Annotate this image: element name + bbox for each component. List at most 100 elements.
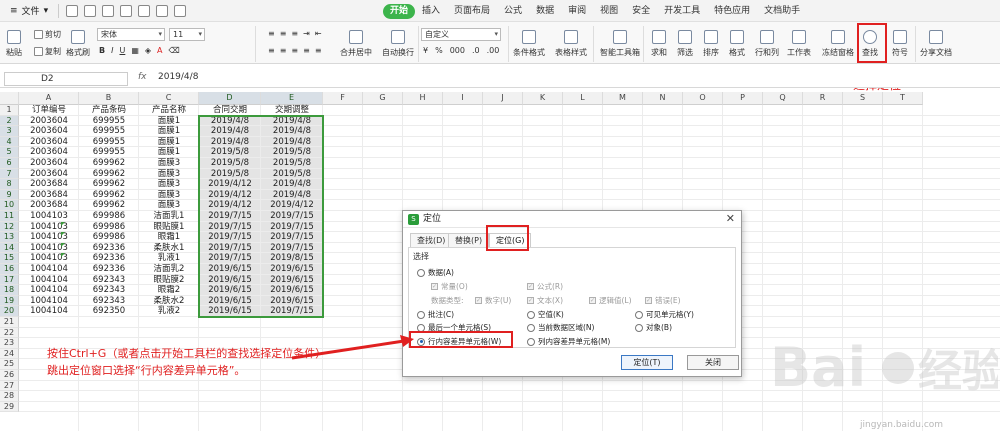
table-cell[interactable]: 1004103 xyxy=(19,232,79,243)
table-cell[interactable]: 眼贴膜2 xyxy=(139,275,199,286)
tab-replace[interactable]: 替换(P) xyxy=(448,233,490,248)
row-header-15[interactable]: 15 xyxy=(0,253,19,264)
table-cell[interactable]: 692336 xyxy=(79,243,139,254)
table-cell[interactable]: 面膜1 xyxy=(139,137,199,148)
table-style-button[interactable]: 表格样式 xyxy=(555,30,587,58)
align-center-icon[interactable]: ≡ xyxy=(280,46,287,55)
row-header-24[interactable]: 24 xyxy=(0,348,19,360)
tab-special[interactable]: 特色应用 xyxy=(707,4,757,19)
row-header-19[interactable]: 19 xyxy=(0,295,19,307)
table-cell[interactable]: 692343 xyxy=(79,296,139,307)
tab-doc-assistant[interactable]: 文档助手 xyxy=(757,4,807,19)
row-header-16[interactable]: 16 xyxy=(0,264,19,275)
table-cell[interactable]: 692336 xyxy=(79,264,139,275)
select-all-corner[interactable] xyxy=(0,92,19,105)
format-painter-button[interactable]: 格式刷 xyxy=(66,30,90,58)
row-header-11[interactable]: 11 xyxy=(0,211,19,222)
print-preview-icon[interactable] xyxy=(138,4,151,17)
table-cell[interactable]: 699962 xyxy=(79,179,139,190)
table-cell[interactable]: 692343 xyxy=(79,285,139,296)
column-header-r[interactable]: R xyxy=(803,92,843,105)
row-header-28[interactable]: 28 xyxy=(0,391,19,402)
table-cell[interactable]: 692336 xyxy=(79,253,139,264)
column-header-e[interactable]: E xyxy=(261,92,323,105)
table-cell[interactable]: 1004103 xyxy=(19,243,79,254)
table-cell[interactable]: 699986 xyxy=(79,232,139,243)
column-header-i[interactable]: I xyxy=(443,92,483,105)
option-col-diff[interactable]: 列内容差异单元格(M) xyxy=(527,336,610,347)
table-cell[interactable]: 699955 xyxy=(79,137,139,148)
table-cell[interactable]: 1004103 xyxy=(19,253,79,264)
copy-button[interactable]: 复制 xyxy=(34,46,61,57)
table-cell[interactable]: 699962 xyxy=(79,200,139,211)
export-pdf-icon[interactable] xyxy=(102,4,115,17)
wrap-text-button[interactable]: 自动换行 xyxy=(382,30,414,58)
row-header-17[interactable]: 17 xyxy=(0,274,19,286)
column-header-n[interactable]: N xyxy=(643,92,683,105)
name-box[interactable]: D2 xyxy=(4,72,128,86)
option-logical[interactable]: ✓ 逻辑值(L) xyxy=(589,295,632,306)
table-header-cell[interactable]: 产品条码 xyxy=(79,105,139,116)
column-header-p[interactable]: P xyxy=(723,92,763,105)
table-cell[interactable]: 1004104 xyxy=(19,306,79,317)
undo-icon[interactable] xyxy=(156,4,169,17)
row-header-14[interactable]: 14 xyxy=(0,242,19,254)
column-header-d[interactable]: D xyxy=(199,92,261,105)
row-header-9[interactable]: 9 xyxy=(0,189,19,201)
cut-button[interactable]: 剪切 xyxy=(34,29,61,40)
table-cell[interactable]: 柔肤水1 xyxy=(139,243,199,254)
symbol-button[interactable]: 符号 xyxy=(892,30,908,58)
table-cell[interactable]: 面膜1 xyxy=(139,116,199,127)
table-cell[interactable]: 699986 xyxy=(79,222,139,233)
percent-icon[interactable]: % xyxy=(435,46,443,55)
option-error[interactable]: ✓ 错误(E) xyxy=(645,295,681,306)
table-cell[interactable]: 699962 xyxy=(79,158,139,169)
format-button[interactable]: 格式 xyxy=(729,30,745,58)
table-cell[interactable]: 面膜3 xyxy=(139,169,199,180)
option-object[interactable]: 对象(B) xyxy=(635,322,672,333)
save-icon[interactable] xyxy=(84,4,97,17)
merge-center-button[interactable]: 合并居中 xyxy=(340,30,372,58)
tab-developer[interactable]: 开发工具 xyxy=(657,4,707,19)
table-cell[interactable]: 692343 xyxy=(79,275,139,286)
smart-toolbox-button[interactable]: 智能工具箱 xyxy=(600,30,640,58)
table-header-cell[interactable]: 订单编号 xyxy=(19,105,79,116)
table-cell[interactable]: 2003604 xyxy=(19,126,79,137)
row-header-21[interactable]: 21 xyxy=(0,317,19,328)
table-cell[interactable]: 1004104 xyxy=(19,296,79,307)
column-header-g[interactable]: G xyxy=(363,92,403,105)
table-cell[interactable]: 2003604 xyxy=(19,116,79,127)
print-icon[interactable] xyxy=(120,4,133,17)
thousands-icon[interactable]: 000 xyxy=(450,46,465,55)
fill-color-icon[interactable]: ◈ xyxy=(145,46,151,55)
share-doc-button[interactable]: 分享文档 xyxy=(920,30,952,58)
table-cell[interactable]: 2003604 xyxy=(19,169,79,180)
tab-review[interactable]: 审阅 xyxy=(561,4,593,19)
column-header-c[interactable]: C xyxy=(139,92,199,105)
option-comment[interactable]: 批注(C) xyxy=(417,309,454,320)
row-header-25[interactable]: 25 xyxy=(0,359,19,370)
font-color-icon[interactable]: A xyxy=(157,46,162,55)
column-header-k[interactable]: K xyxy=(523,92,563,105)
table-cell[interactable]: 2003604 xyxy=(19,147,79,158)
freeze-button[interactable]: 冻结窗格 xyxy=(822,30,854,58)
column-header-b[interactable]: B xyxy=(79,92,139,105)
table-cell[interactable]: 2003684 xyxy=(19,179,79,190)
row-header-23[interactable]: 23 xyxy=(0,338,19,349)
table-cell[interactable]: 1004103 xyxy=(19,211,79,222)
column-header-t[interactable]: T xyxy=(883,92,923,105)
table-cell[interactable]: 面膜3 xyxy=(139,190,199,201)
table-cell[interactable]: 眼霜1 xyxy=(139,232,199,243)
row-header-20[interactable]: 20 xyxy=(0,306,19,317)
align-middle-icon[interactable]: ≡ xyxy=(280,29,287,38)
row-header-5[interactable]: 5 xyxy=(0,147,19,158)
option-number[interactable]: ✓ 数字(U) xyxy=(475,295,511,306)
row-header-6[interactable]: 6 xyxy=(0,158,19,169)
table-cell[interactable]: 699962 xyxy=(79,190,139,201)
table-cell[interactable]: 面膜3 xyxy=(139,179,199,190)
currency-icon[interactable]: ¥ xyxy=(423,46,428,55)
table-cell[interactable]: 眼霜2 xyxy=(139,285,199,296)
table-cell[interactable]: 2003684 xyxy=(19,190,79,201)
row-header-10[interactable]: 10 xyxy=(0,200,19,211)
table-cell[interactable]: 699955 xyxy=(79,126,139,137)
